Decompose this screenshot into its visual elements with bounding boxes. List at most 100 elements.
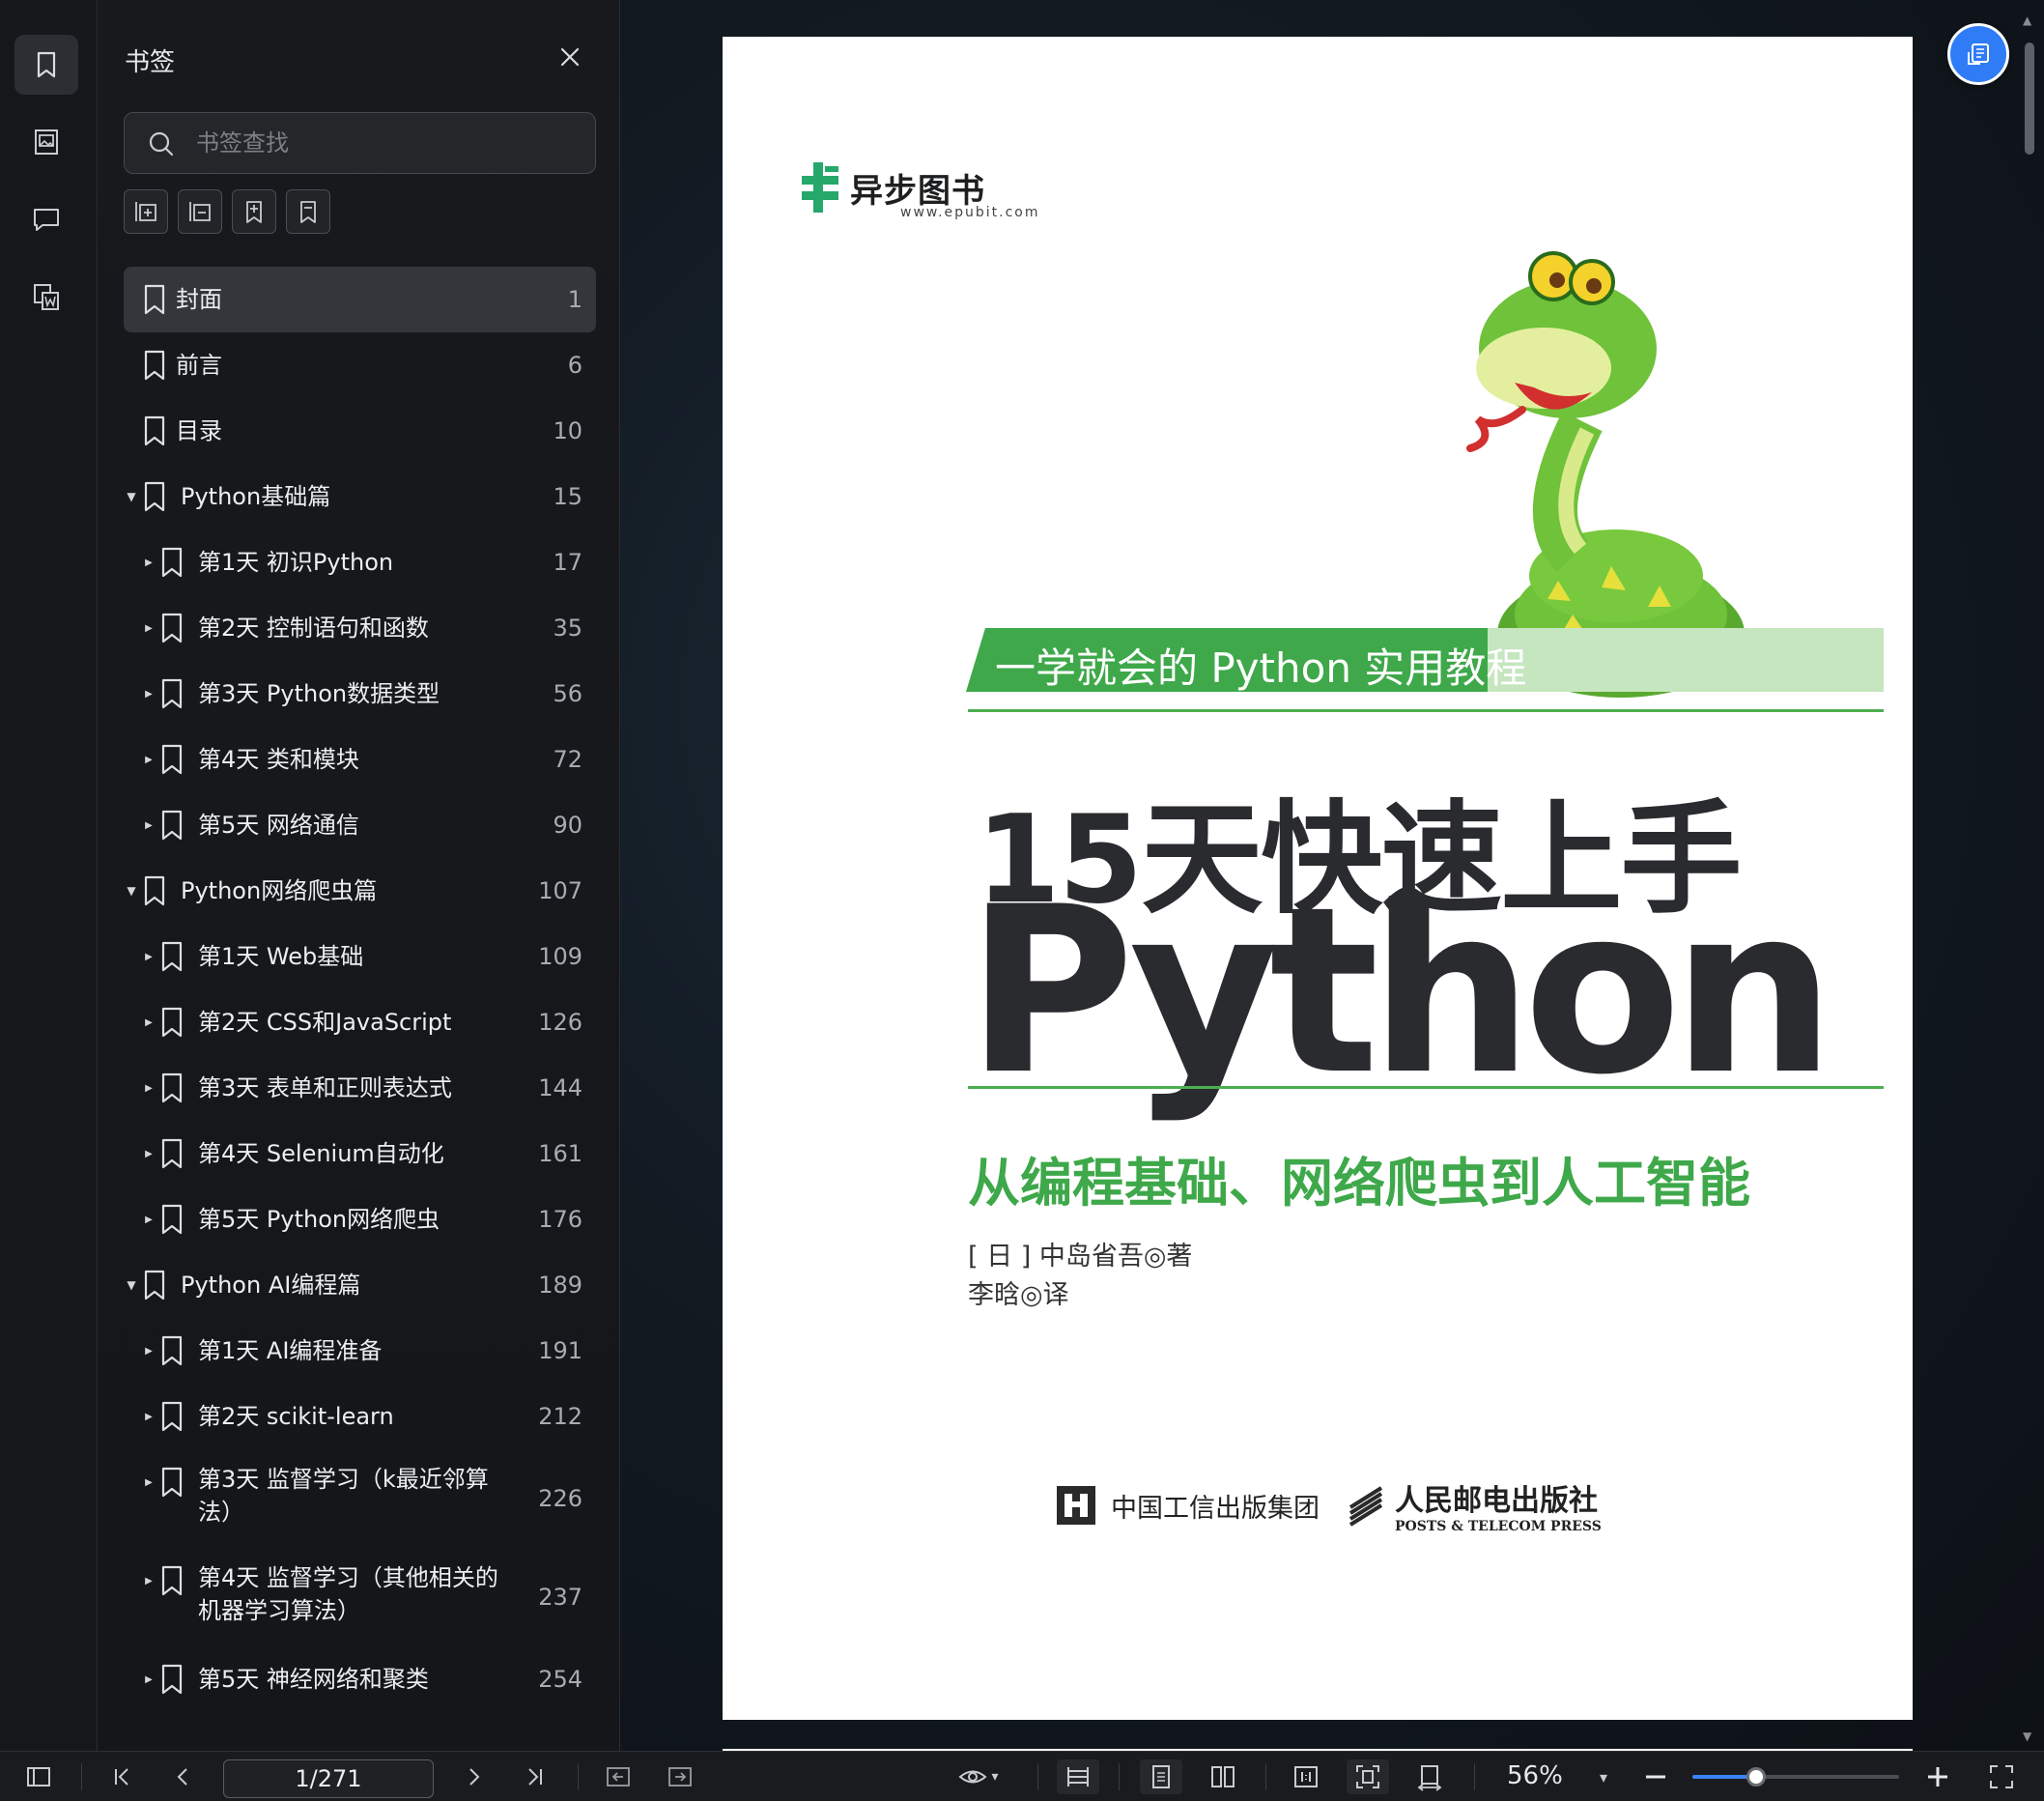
add-bookmark-button[interactable]: [232, 189, 276, 234]
toolbar-separator: [1119, 1763, 1120, 1790]
bookmark-label: 目录: [176, 417, 222, 444]
caret-right-icon[interactable]: ▶: [141, 989, 156, 1055]
last-page-button[interactable]: [518, 1759, 553, 1794]
bookmark-item[interactable]: ▶ 第4天 类和模块 72: [124, 727, 596, 792]
zoom-slider-handle[interactable]: [1746, 1767, 1766, 1787]
fit-page-icon: [1356, 1765, 1379, 1788]
forward-view-button[interactable]: [663, 1759, 697, 1794]
bookmark-label: 第4天 类和模块: [198, 746, 359, 773]
bookmark-page-number: 176: [538, 1206, 582, 1233]
zoom-slider[interactable]: [1692, 1767, 1899, 1787]
bookmark-item[interactable]: ▶ 第5天 Python网络爬虫 176: [124, 1186, 596, 1252]
caret-right-icon[interactable]: ▶: [141, 924, 156, 989]
bookmark-item[interactable]: ▶ 第2天 scikit-learn 212: [124, 1384, 596, 1449]
caret-right-icon[interactable]: ▶: [141, 1449, 156, 1515]
bookmark-label: 封面: [176, 286, 222, 313]
actual-size-button[interactable]: [1285, 1759, 1327, 1794]
vertical-scrollbar[interactable]: ▲ ▼: [2021, 14, 2038, 1743]
bookmark-item[interactable]: ▶ 第4天 监督学习（其他相关的机器学习算法） 237: [124, 1548, 596, 1646]
fullscreen-button[interactable]: [1982, 1759, 2021, 1794]
view-mode-dropdown[interactable]: ▾: [951, 1759, 1007, 1794]
caret-right-icon[interactable]: ▶: [141, 595, 156, 661]
remove-bookmark-button[interactable]: [286, 189, 330, 234]
two-page-button[interactable]: [1202, 1759, 1244, 1794]
bookmark-page-number: 10: [553, 417, 582, 444]
zoom-value[interactable]: 56%: [1507, 1761, 1563, 1790]
caret-right-icon[interactable]: ▶: [141, 1055, 156, 1121]
bookmark-item[interactable]: 前言 6: [124, 332, 596, 398]
thumbnails-tab[interactable]: [14, 112, 78, 172]
bookmark-item[interactable]: ▶ 第3天 Python数据类型 56: [124, 661, 596, 727]
back-view-button[interactable]: [601, 1759, 636, 1794]
bookmark-icon: [161, 613, 183, 643]
bookmark-item[interactable]: ▶ 第3天 监督学习（k最近邻算法） 226: [124, 1449, 596, 1548]
bookmark-item[interactable]: 目录 10: [124, 398, 596, 464]
bookmark-page-number: 237: [538, 1584, 582, 1611]
bookmark-search: [124, 112, 596, 174]
bookmark-label: 第3天 表单和正则表达式: [198, 1074, 452, 1101]
bookmark-item[interactable]: ▼ Python AI编程篇 189: [124, 1252, 596, 1318]
bookmark-item[interactable]: ▶ 第2天 CSS和JavaScript 126: [124, 989, 596, 1055]
caret-down-icon[interactable]: ▼: [124, 858, 139, 924]
bookmark-item[interactable]: ▶ 第1天 Web基础 109: [124, 924, 596, 989]
next-page-button[interactable]: [456, 1759, 491, 1794]
caret-right-icon[interactable]: ▶: [141, 727, 156, 792]
zoom-in-button[interactable]: [1920, 1759, 1955, 1794]
caret-right-icon[interactable]: ▶: [141, 1646, 156, 1712]
bookmark-page-number: 126: [538, 1009, 582, 1036]
fit-width-icon: [1067, 1767, 1089, 1787]
collapse-all-button[interactable]: [178, 189, 222, 234]
zoom-preset-dropdown[interactable]: ▾: [1592, 1759, 1615, 1794]
bookmark-label: 第3天 监督学习（k最近邻算法）: [198, 1466, 489, 1526]
bookmark-page-number: 161: [538, 1140, 582, 1167]
bookmark-item[interactable]: ▼ Python基础篇 15: [124, 464, 596, 529]
bookmarks-tab[interactable]: [14, 35, 78, 95]
convert-word-icon: [34, 284, 59, 310]
caret-right-icon[interactable]: ▶: [141, 1384, 156, 1449]
actual-size-icon: [1294, 1766, 1318, 1787]
bookmark-item[interactable]: ▶ 第1天 初识Python 17: [124, 529, 596, 595]
page-number-input[interactable]: [223, 1759, 434, 1798]
fit-page-button[interactable]: [1347, 1759, 1389, 1794]
search-input[interactable]: [196, 113, 582, 173]
caret-right-icon[interactable]: ▶: [141, 1121, 156, 1186]
close-icon[interactable]: [555, 43, 584, 71]
last-page-icon: [528, 1768, 542, 1786]
fit-width-button[interactable]: [1057, 1759, 1099, 1794]
bookmark-panel: 书签 封面 1 前言 6 目录 10 ▼ Python基础篇 15 ▶ 第1天 初识Python 17…: [98, 0, 620, 1751]
bookmark-label: 第4天 Selenium自动化: [198, 1140, 444, 1167]
caret-down-icon[interactable]: ▼: [124, 1252, 139, 1318]
zoom-out-button[interactable]: [1638, 1759, 1673, 1794]
caret-right-icon[interactable]: ▶: [141, 1186, 156, 1252]
bookmark-icon: [144, 875, 165, 906]
single-page-button[interactable]: [1140, 1759, 1182, 1794]
bookmark-label: 第5天 神经网络和聚类: [198, 1666, 429, 1693]
caret-right-icon[interactable]: ▶: [141, 792, 156, 858]
caret-right-icon[interactable]: ▶: [141, 1548, 156, 1614]
convert-float-button[interactable]: [1947, 23, 2009, 85]
scroll-down-icon[interactable]: ▼: [2023, 1730, 2031, 1743]
prev-page-button[interactable]: [166, 1759, 201, 1794]
bookmark-item[interactable]: ▶ 第5天 网络通信 90: [124, 792, 596, 858]
toggle-sidebar-button[interactable]: [21, 1759, 56, 1794]
caret-right-icon[interactable]: ▶: [141, 661, 156, 727]
bookmark-icon: [161, 941, 183, 972]
bookmark-item[interactable]: ▶ 第3天 表单和正则表达式 144: [124, 1055, 596, 1121]
rotate-button[interactable]: [1408, 1759, 1451, 1794]
bookmark-item[interactable]: 封面 1: [124, 267, 596, 332]
caret-right-icon[interactable]: ▶: [141, 1318, 156, 1384]
first-page-button[interactable]: [104, 1759, 139, 1794]
bookmark-item[interactable]: ▼ Python网络爬虫篇 107: [124, 858, 596, 924]
scroll-up-icon[interactable]: ▲: [2023, 14, 2031, 27]
caret-down-icon[interactable]: ▼: [124, 464, 139, 529]
bookmark-item[interactable]: ▶ 第4天 Selenium自动化 161: [124, 1121, 596, 1186]
comments-tab[interactable]: [14, 189, 78, 249]
caret-right-icon[interactable]: ▶: [141, 529, 156, 595]
bookmark-item[interactable]: ▶ 第1天 AI编程准备 191: [124, 1318, 596, 1384]
convert-tab[interactable]: [14, 267, 78, 327]
bookmark-item[interactable]: ▶ 第2天 控制语句和函数 35: [124, 595, 596, 661]
bookmark-item[interactable]: ▶ 第5天 神经网络和聚类 254: [124, 1646, 596, 1712]
scroll-thumb[interactable]: [2025, 43, 2034, 155]
bookmark-icon: [161, 1664, 183, 1695]
expand-all-button[interactable]: [124, 189, 168, 234]
